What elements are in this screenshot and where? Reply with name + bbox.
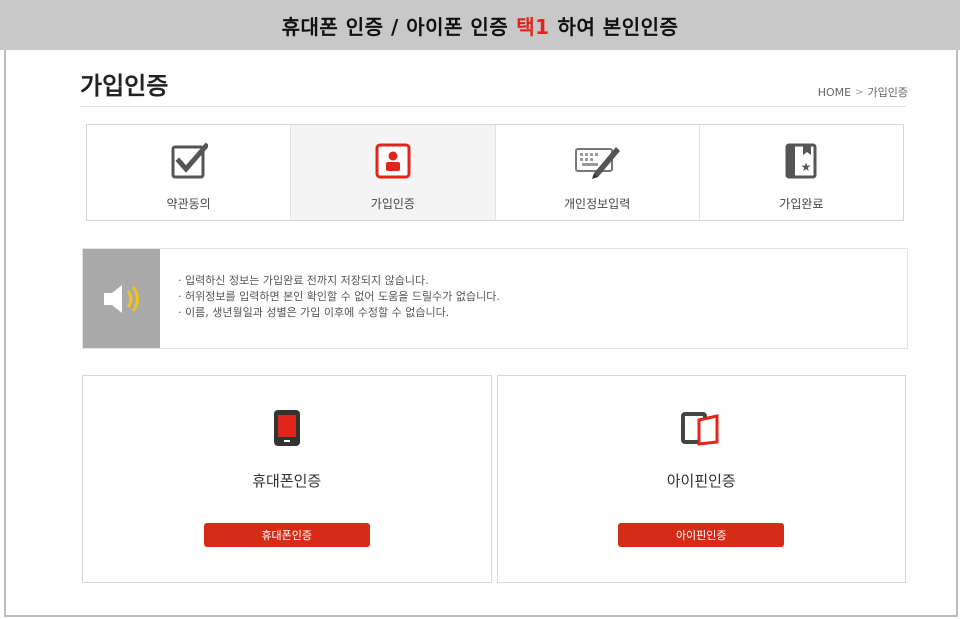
notice-line: 허위정보를 입력하면 본인 확인할 수 없어 도움을 드릴수가 없습니다. — [178, 289, 500, 305]
breadcrumb: HOME > 가입인증 — [818, 84, 908, 100]
signup-steps: 약관동의 가입인증 개인정보입력 ★ 가입완료 — [86, 124, 904, 221]
step-terms: 약관동의 — [87, 125, 292, 220]
ipin-auth-card: 아이핀인증 아이핀인증 — [496, 375, 906, 583]
title-divider — [80, 106, 906, 107]
svg-text:★: ★ — [801, 160, 812, 174]
step-info: 개인정보입력 — [496, 125, 700, 220]
breadcrumb-separator: > — [855, 86, 864, 98]
notice-line: 입력하신 정보는 가입완료 전까지 저장되지 않습니다. — [178, 273, 500, 289]
step-label: 개인정보입력 — [564, 197, 631, 211]
phone-icon — [265, 406, 309, 450]
breadcrumb-home[interactable]: HOME — [818, 86, 851, 99]
notice-list: 입력하신 정보는 가입완료 전까지 저장되지 않습니다. 허위정보를 입력하면 … — [160, 249, 500, 348]
checkbox-icon — [164, 139, 214, 183]
step-label: 가입완료 — [779, 197, 824, 211]
notice-line: 이름, 생년월일과 성별은 가입 이후에 수정할 수 없습니다. — [178, 305, 500, 321]
user-badge-icon — [368, 139, 418, 183]
keyboard-pen-icon — [572, 139, 622, 183]
ipin-card-icon — [679, 406, 723, 450]
step-verify: 가입인증 — [291, 125, 496, 220]
ipin-auth-title: 아이핀인증 — [666, 472, 736, 490]
banner-accent: 택1 — [516, 14, 550, 39]
step-label: 약관동의 — [166, 197, 211, 211]
banner-suffix: 하여 본인인증 — [557, 14, 679, 39]
bookmark-star-icon: ★ — [776, 139, 826, 183]
phone-auth-button[interactable]: 휴대폰인증 — [203, 523, 370, 547]
notice-box: 입력하신 정보는 가입완료 전까지 저장되지 않습니다. 허위정보를 입력하면 … — [82, 248, 908, 349]
breadcrumb-current: 가입인증 — [867, 86, 908, 99]
auth-options: 휴대폰인증 휴대폰인증 아이핀인증 아이핀인증 — [82, 375, 906, 583]
step-label: 가입인증 — [370, 197, 415, 211]
ipin-auth-button[interactable]: 아이핀인증 — [618, 523, 785, 547]
page-title: 가입인증 — [80, 72, 169, 100]
banner-prefix: 휴대폰 인증 / 아이폰 인증 — [281, 14, 509, 39]
phone-auth-card: 휴대폰인증 휴대폰인증 — [82, 375, 492, 583]
step-complete: ★ 가입완료 — [700, 125, 903, 220]
phone-auth-title: 휴대폰인증 — [252, 472, 322, 490]
top-banner: 휴대폰 인증 / 아이폰 인증 택1 하여 본인인증 — [0, 0, 960, 50]
speaker-icon — [83, 249, 160, 348]
